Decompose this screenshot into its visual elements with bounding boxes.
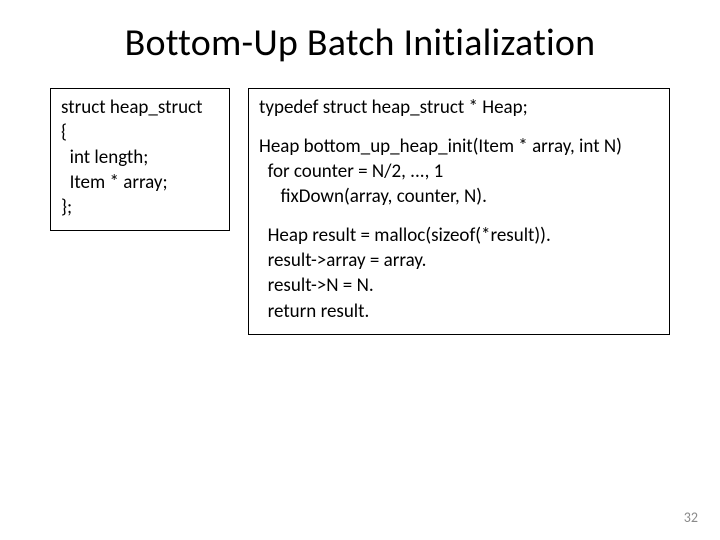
struct-code: struct heap_struct { int length; Item * … [61,95,219,220]
function-signature-block: Heap bottom_up_heap_init(Item * array, i… [259,134,659,209]
struct-definition-box: struct heap_struct { int length; Item * … [50,88,230,231]
slide: Bottom-Up Batch Initialization struct he… [0,0,720,540]
function-definition-box: typedef struct heap_struct * Heap; Heap … [248,88,670,335]
page-number: 32 [684,509,698,526]
slide-title: Bottom-Up Batch Initialization [50,20,670,66]
function-return-block: Heap result = malloc(sizeof(*result)). r… [259,223,659,323]
content-columns: struct heap_struct { int length; Item * … [50,88,670,335]
typedef-line: typedef struct heap_struct * Heap; [259,95,659,120]
